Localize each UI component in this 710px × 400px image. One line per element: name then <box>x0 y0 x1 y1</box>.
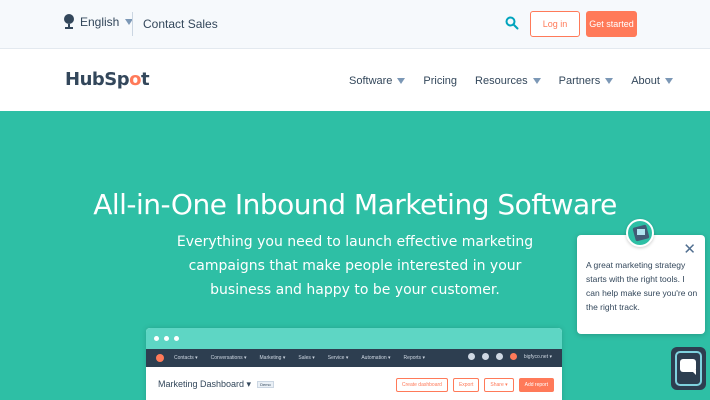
divider <box>132 12 133 36</box>
dashboard-action-button: Export <box>452 378 480 392</box>
app-account-area: bigfyco.net ▾ <box>467 353 552 360</box>
app-menu-item: Conversations ▾ <box>210 355 247 361</box>
dashboard-title: Marketing Dashboard ▾ Demo <box>158 379 274 390</box>
app-menu-item: Sales ▾ <box>298 355 315 361</box>
window-dot <box>154 336 159 341</box>
bell-icon <box>495 353 503 360</box>
browser-chrome <box>146 328 562 349</box>
demo-badge: Demo <box>257 381 274 389</box>
nav-item-label: Software <box>349 75 393 87</box>
hubspot-logo[interactable]: HubSpot <box>65 69 150 90</box>
nav-item-label: Resources <box>475 75 528 87</box>
dashboard-action-button: Share ▾ <box>484 378 514 392</box>
nav-item-label: Pricing <box>423 75 458 87</box>
chat-bubble: ✕ A great marketing strategy starts with… <box>577 235 705 334</box>
window-dot <box>174 336 179 341</box>
dashboard-actions: Create dashboard Export Share ▾ Add report <box>395 378 554 392</box>
app-menu-item: Service ▾ <box>327 355 349 361</box>
main-nav: HubSpot Software Pricing Resources Partners… <box>0 50 710 111</box>
chevron-down-icon <box>532 78 541 84</box>
globe-icon <box>64 14 74 29</box>
chevron-down-icon <box>664 78 673 84</box>
nav-item-resources[interactable]: Resources <box>475 75 541 87</box>
search-icon[interactable] <box>505 16 519 30</box>
nav-item-partners[interactable]: Partners <box>559 75 614 87</box>
dashboard-preview: Contacts ▾ Conversations ▾ Marketing ▾ Sale… <box>146 328 562 400</box>
nav-item-about[interactable]: About <box>631 75 673 87</box>
nav-item-pricing[interactable]: Pricing <box>423 75 457 87</box>
nav-menu: Software Pricing Resources Partners About <box>349 75 691 87</box>
language-selector[interactable]: English <box>64 14 134 29</box>
close-icon[interactable]: ✕ <box>683 242 696 257</box>
hubspot-sprocket-icon <box>156 354 164 362</box>
app-menu-item: Contacts ▾ <box>174 355 198 361</box>
chevron-down-icon <box>397 78 406 84</box>
chat-message: A great marketing strategy starts with t… <box>586 260 698 312</box>
account-name: bigfyco.net ▾ <box>523 353 552 360</box>
search-icon <box>467 353 475 360</box>
dashboard-title-text: Marketing Dashboard ▾ <box>158 379 252 389</box>
window-dot <box>164 336 169 341</box>
app-menu-item: Automation ▾ <box>361 355 391 361</box>
dashboard-action-button: Create dashboard <box>395 378 448 392</box>
nav-item-label: Partners <box>558 75 601 87</box>
chevron-down-icon <box>605 78 614 84</box>
avatar <box>509 353 517 360</box>
get-started-button[interactable]: Get started <box>586 11 637 37</box>
app-menu-item: Marketing ▾ <box>259 355 286 361</box>
chat-avatar <box>626 219 654 247</box>
language-label: English <box>80 14 120 29</box>
chat-launcher-button[interactable] <box>671 347 706 390</box>
hero-subtitle: Everything you need to launch effective … <box>176 234 534 298</box>
app-menu-bar: Contacts ▾ Conversations ▾ Marketing ▾ Sale… <box>146 349 562 367</box>
utility-bar: English Contact Sales Log in Get started <box>0 0 710 49</box>
app-menu-item: Reports ▾ <box>403 355 425 361</box>
hero-title: All-in-One Inbound Marketing Software <box>93 188 617 221</box>
nav-item-software[interactable]: Software <box>349 75 406 87</box>
dashboard-action-button: Add report <box>518 378 554 392</box>
contact-sales-link[interactable]: Contact Sales <box>143 17 218 31</box>
login-button[interactable]: Log in <box>530 11 580 37</box>
nav-item-label: About <box>631 75 660 87</box>
gear-icon <box>481 353 489 360</box>
